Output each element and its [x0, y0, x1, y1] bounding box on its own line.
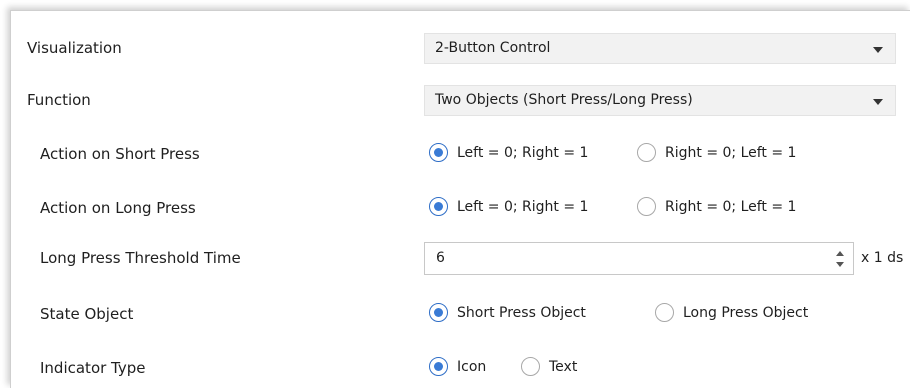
- chevron-down-icon: [873, 47, 883, 53]
- function-row: Function Two Objects (Short Press/Long P…: [11, 83, 910, 117]
- function-value: Two Objects (Short Press/Long Press): [435, 92, 693, 108]
- radio-selected-icon: [429, 197, 448, 216]
- threshold-spinbox[interactable]: 6: [424, 242, 854, 275]
- long-press-option-left0-right1[interactable]: Left = 0; Right = 1: [429, 197, 588, 216]
- visualization-dropdown[interactable]: 2-Button Control: [424, 33, 896, 64]
- threshold-row: Long Press Threshold Time 6 x 1 ds: [11, 241, 910, 275]
- radio-unselected-icon: [655, 303, 674, 322]
- function-label: Function: [27, 91, 91, 109]
- function-dropdown[interactable]: Two Objects (Short Press/Long Press): [424, 85, 896, 116]
- long-press-row: Action on Long Press Left = 0; Right = 1…: [11, 191, 910, 225]
- parameter-panel: Visualization 2-Button Control Function …: [10, 10, 910, 388]
- radio-unselected-icon: [637, 197, 656, 216]
- short-press-row: Action on Short Press Left = 0; Right = …: [11, 137, 910, 171]
- state-object-label: State Object: [40, 305, 134, 323]
- radio-unselected-icon: [637, 143, 656, 162]
- short-press-option-left0-right1[interactable]: Left = 0; Right = 1: [429, 143, 588, 162]
- long-press-option-label: Right = 0; Left = 1: [665, 198, 797, 215]
- long-press-option-right0-left1[interactable]: Right = 0; Left = 1: [637, 197, 796, 216]
- state-object-row: State Object Short Press Object Long Pre…: [11, 297, 910, 331]
- indicator-type-row: Indicator Type Icon Text: [11, 351, 910, 385]
- spin-down-icon[interactable]: [836, 262, 844, 267]
- indicator-type-label: Indicator Type: [40, 359, 146, 377]
- visualization-label: Visualization: [27, 39, 122, 57]
- radio-selected-icon: [429, 357, 448, 376]
- state-object-option-long[interactable]: Long Press Object: [655, 303, 808, 322]
- state-object-option-label: Short Press Object: [457, 304, 586, 321]
- threshold-unit: x 1 ds: [861, 250, 904, 266]
- radio-unselected-icon: [521, 357, 540, 376]
- indicator-type-option-icon[interactable]: Icon: [429, 357, 486, 376]
- short-press-option-right0-left1[interactable]: Right = 0; Left = 1: [637, 143, 796, 162]
- threshold-label: Long Press Threshold Time: [40, 249, 241, 267]
- long-press-option-label: Left = 0; Right = 1: [457, 198, 589, 215]
- short-press-option-label: Left = 0; Right = 1: [457, 144, 589, 161]
- spinner-arrows-icon[interactable]: [835, 249, 845, 269]
- radio-selected-icon: [429, 303, 448, 322]
- indicator-type-option-label: Text: [549, 358, 578, 375]
- threshold-value: 6: [436, 250, 445, 266]
- visualization-row: Visualization 2-Button Control: [11, 31, 910, 65]
- long-press-label: Action on Long Press: [40, 199, 196, 217]
- state-object-option-label: Long Press Object: [683, 304, 809, 321]
- radio-selected-icon: [429, 143, 448, 162]
- short-press-label: Action on Short Press: [40, 145, 200, 163]
- spin-up-icon[interactable]: [836, 251, 844, 256]
- indicator-type-option-text[interactable]: Text: [521, 357, 577, 376]
- short-press-option-label: Right = 0; Left = 1: [665, 144, 797, 161]
- state-object-option-short[interactable]: Short Press Object: [429, 303, 586, 322]
- chevron-down-icon: [873, 99, 883, 105]
- visualization-value: 2-Button Control: [435, 40, 551, 56]
- indicator-type-option-label: Icon: [457, 358, 487, 375]
